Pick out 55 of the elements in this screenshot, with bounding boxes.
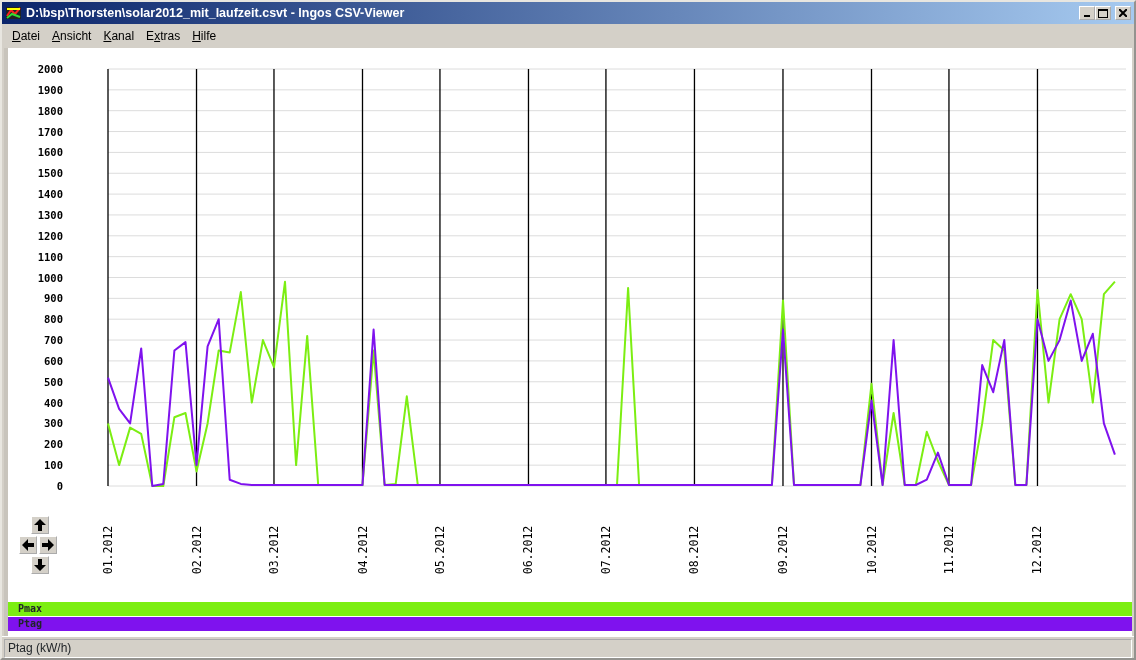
- y-axis-label: 1900: [37, 83, 63, 96]
- arrow-up-icon: [33, 518, 47, 532]
- window-title: D:\bsp\Thorsten\solar2012_mit_laufzeit.csvt - Ingos CSV-Viewer: [26, 4, 405, 22]
- status-text: Ptag (kW/h): [4, 639, 1132, 658]
- y-axis-label: 2000: [37, 63, 63, 75]
- arrow-down-icon: [33, 558, 47, 572]
- y-axis-label: 1000: [37, 271, 63, 284]
- arrow-right-icon: [41, 538, 55, 552]
- x-axis-label: 04.2012: [355, 525, 370, 575]
- y-axis-label: 1200: [37, 229, 63, 242]
- y-axis-label: 1100: [37, 250, 63, 263]
- x-axis-label: 06.2012: [521, 525, 536, 575]
- y-axis-label: 500: [44, 375, 63, 388]
- close-button[interactable]: [1115, 6, 1131, 20]
- arrow-left-icon: [21, 538, 35, 552]
- x-axis-label: 01.2012: [101, 525, 115, 575]
- y-axis-label: 100: [44, 459, 63, 472]
- y-axis-label: 1800: [37, 104, 63, 117]
- menu-item[interactable]: Kanal: [97, 27, 141, 45]
- y-axis-label: 1500: [37, 167, 63, 180]
- x-axis-label: 11.2012: [941, 525, 956, 575]
- close-icon: [1119, 9, 1127, 17]
- y-axis-label: 200: [44, 438, 63, 451]
- y-axis-label: 300: [44, 417, 63, 430]
- y-axis-label: 1300: [37, 208, 63, 221]
- x-axis-label: 02.2012: [189, 525, 204, 575]
- x-axis-label: 05.2012: [432, 525, 447, 575]
- y-axis-label: 700: [44, 334, 63, 347]
- maximize-button[interactable]: [1095, 6, 1111, 20]
- scroll-up-button[interactable]: [31, 516, 49, 534]
- y-axis-label: 400: [44, 396, 63, 409]
- y-axis-label: 1700: [37, 125, 63, 138]
- x-axis-label: 09.2012: [776, 525, 790, 575]
- y-axis-label: 1400: [37, 188, 63, 201]
- minimize-button[interactable]: [1079, 6, 1095, 20]
- scroll-right-button[interactable]: [39, 536, 57, 554]
- app-logo-icon: [5, 6, 22, 20]
- legend-item[interactable]: Pmax: [8, 602, 1132, 616]
- y-axis-label: 600: [44, 354, 63, 367]
- scroll-left-button[interactable]: [19, 536, 37, 554]
- maximize-icon: [1098, 8, 1108, 18]
- x-axis-label: 12.2012: [1030, 525, 1045, 575]
- y-axis-label: 0: [56, 480, 63, 492]
- x-axis-label: 08.2012: [687, 525, 702, 575]
- menu-item[interactable]: Ansicht: [46, 27, 98, 45]
- menu-item[interactable]: Hilfe: [186, 27, 223, 45]
- menu-item[interactable]: Extras: [140, 27, 187, 45]
- scroll-down-button[interactable]: [31, 556, 49, 574]
- y-axis-label: 1600: [37, 146, 63, 159]
- y-axis-label: 800: [44, 313, 63, 326]
- x-axis-label: 10.2012: [864, 525, 879, 575]
- menu-item[interactable]: Datei: [6, 27, 47, 45]
- y-axis-label: 900: [44, 292, 63, 305]
- x-axis-label: 03.2012: [267, 525, 281, 575]
- x-axis-label: 07.2012: [598, 525, 613, 575]
